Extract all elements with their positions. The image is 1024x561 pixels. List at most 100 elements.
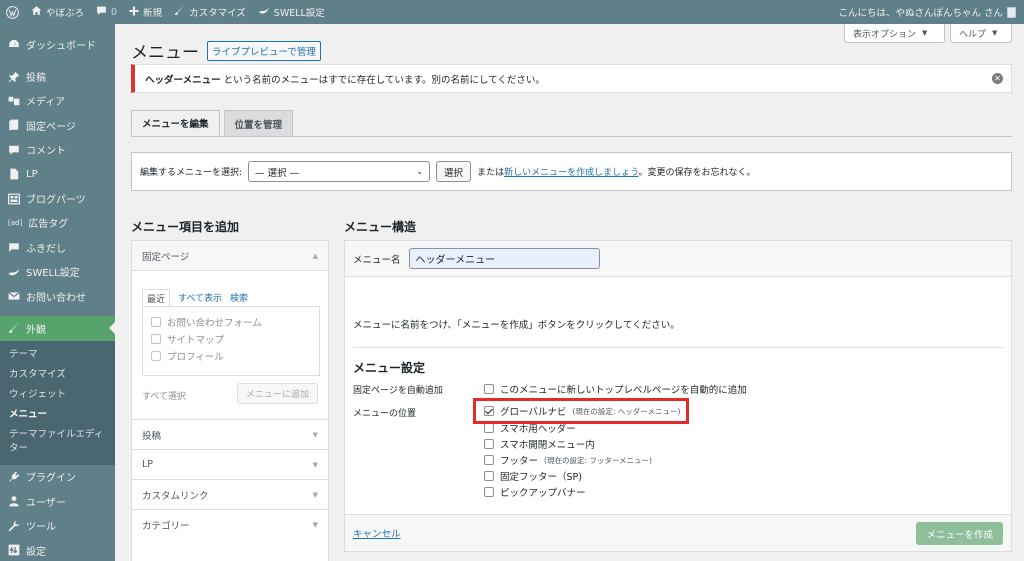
media-icon <box>8 95 20 107</box>
sidebar-item-lp[interactable]: LP <box>0 162 115 186</box>
menu-structure-panel: メニュー名 ヘッダーメニュー メニューに名前をつけ、「メニューを作成」ボタンをク… <box>344 240 1012 552</box>
help-label: ヘルプ <box>959 29 987 40</box>
menu-structure-title: メニュー構造 <box>344 220 417 234</box>
sidebar-item-users[interactable]: ユーザー <box>0 489 115 513</box>
admin-sidebar: ダッシュボード 投稿 メディア 固定ページ コメント LP ブログパーツ [ad… <box>0 24 115 561</box>
menu-settings-title: メニュー設定 <box>353 361 426 375</box>
submenu-themes[interactable]: テーマ <box>0 345 115 365</box>
select-all-link[interactable]: すべて選択 <box>142 389 186 402</box>
create-new-menu-link[interactable]: 新しいメニューを作成しましょう <box>504 168 638 178</box>
location-note: (現在の設定: フッターメニュー) <box>544 455 652 465</box>
swell-icon <box>8 266 20 278</box>
dismiss-icon[interactable]: ✕ <box>992 73 1003 84</box>
pin-icon <box>8 71 20 83</box>
notice-text: という名前のメニューはすでに存在しています。別の名前にしてください。 <box>223 74 545 86</box>
accordion-categories-header[interactable]: カテゴリー ▼ <box>132 510 328 540</box>
sidebar-item-dashboard[interactable]: ダッシュボード <box>0 32 115 56</box>
blocks-icon <box>8 193 20 205</box>
cancel-link[interactable]: キャンセル <box>353 526 401 540</box>
menu-location-label: メニューの位置 <box>353 409 417 419</box>
customize-link[interactable]: カスタマイズ <box>168 0 252 24</box>
select-button[interactable]: 選択 <box>436 161 472 182</box>
home-icon <box>31 5 42 19</box>
site-name: やぼぶろ <box>46 8 85 19</box>
swell-settings-link[interactable]: SWELL設定 <box>252 0 331 24</box>
sidebar-item-media[interactable]: メディア <box>0 89 115 113</box>
new-label: 新規 <box>143 8 163 19</box>
sidebar-item-blog-parts[interactable]: ブログパーツ <box>0 186 115 210</box>
location-checkbox[interactable] <box>484 423 494 433</box>
submenu-widgets[interactable]: ウィジェット <box>0 385 115 405</box>
page-checkbox[interactable] <box>151 350 161 361</box>
new-content-link[interactable]: 新規 <box>123 0 168 24</box>
page-checkbox[interactable] <box>151 333 161 344</box>
submenu-customize[interactable]: カスタマイズ <box>0 365 115 385</box>
accordion-pages-header[interactable]: 固定ページ ▲ <box>132 241 328 271</box>
tab-edit-menus[interactable]: メニューを編集 <box>131 110 220 136</box>
menu-name-input[interactable]: ヘッダーメニュー <box>408 248 600 269</box>
accordion-section-label: LP <box>142 459 154 470</box>
plus-icon <box>129 6 139 19</box>
sidebar-item-contact[interactable]: お問い合わせ <box>0 284 115 308</box>
sidebar-item-comments[interactable]: コメント <box>0 138 115 162</box>
accordion-section-label: カテゴリー <box>142 521 190 532</box>
menu-select-bar: 編集するメニューを選択: — 選択 — ⌄ 選択 または 新しいメニューを作成しま… <box>131 152 1012 191</box>
caret-up-icon: ▲ <box>312 251 318 260</box>
auto-add-option: このメニューに新しいトップレベルページを自動的に追加 <box>484 382 747 396</box>
location-checkbox[interactable] <box>484 455 494 465</box>
user-icon <box>8 495 20 507</box>
error-notice: ヘッダーメニュー という名前のメニューはすでに存在しています。別の名前にしてくだ… <box>131 64 1012 93</box>
accordion-posts-header[interactable]: 投稿 ▼ <box>132 420 328 450</box>
help-button[interactable]: ヘルプ ▼ <box>950 24 1012 43</box>
site-name-link[interactable]: やぼぶろ <box>25 0 90 24</box>
sidebar-item-swell-settings[interactable]: SWELL設定 <box>0 260 115 284</box>
screen-options-button[interactable]: 表示オプション ▼ <box>844 24 945 43</box>
auto-add-label: 固定ページを自動追加 <box>353 386 443 396</box>
location-option-fixed-footer: 固定フッター（SP) <box>484 469 582 483</box>
sidebar-item-appearance[interactable]: 外観 <box>0 316 115 341</box>
submenu-theme-file-editor[interactable]: テーマファイルエディター <box>0 425 115 459</box>
location-option-pickup-banner: ピックアップバナー <box>484 485 586 499</box>
accordion-section-label: 投稿 <box>142 430 162 442</box>
balloon-icon <box>8 241 20 253</box>
page-checkbox[interactable] <box>151 316 161 327</box>
submenu-menus[interactable]: メニュー <box>0 405 115 425</box>
sidebar-item-label: LP <box>26 168 38 180</box>
inner-tab-view-all[interactable]: すべて表示 <box>178 289 222 307</box>
pages-inner-tabs: 最近 すべて表示 検索 <box>142 289 248 307</box>
add-to-menu-button[interactable]: メニューに追加 <box>236 383 318 404</box>
location-checkbox[interactable] <box>484 439 494 449</box>
location-checkbox[interactable] <box>484 471 494 481</box>
location-checkbox[interactable] <box>484 487 494 497</box>
document-icon <box>8 168 20 180</box>
chevron-down-icon: ⌄ <box>416 167 424 176</box>
sidebar-item-posts[interactable]: 投稿 <box>0 64 115 88</box>
sidebar-item-plugins[interactable]: プラグイン <box>0 465 115 489</box>
accordion-custom-links-header[interactable]: カスタムリンク ▼ <box>132 480 328 510</box>
live-preview-button[interactable]: ライブプレビューで管理 <box>207 40 321 61</box>
menu-select-dropdown[interactable]: — 選択 — ⌄ <box>248 161 431 182</box>
page-label: サイトマップ <box>167 334 225 346</box>
wordpress-logo-icon[interactable] <box>0 0 25 24</box>
sidebar-item-label: お問い合わせ <box>26 292 86 304</box>
sidebar-item-balloons[interactable]: ふきだし <box>0 235 115 259</box>
page-label: プロフィール <box>167 351 224 363</box>
comments-link[interactable]: 0 <box>90 0 123 24</box>
sidebar-item-label: ふきだし <box>26 243 66 255</box>
sidebar-item-settings[interactable]: 設定 <box>0 538 115 561</box>
sidebar-item-label: コメント <box>26 146 66 158</box>
accordion-lp-header[interactable]: LP ▼ <box>132 450 328 480</box>
instructions-text: メニューに名前をつけ、「メニューを作成」ボタンをクリックしてください。 <box>353 320 680 331</box>
inner-tab-recent[interactable]: 最近 <box>142 289 171 307</box>
inner-tab-search[interactable]: 検索 <box>230 289 248 307</box>
add-menu-items-accordion: 固定ページ ▲ 最近 すべて表示 検索 お問い合わせフォーム サイトマップ プロ… <box>131 240 329 561</box>
sidebar-item-ad-tags[interactable]: [ad] 広告タグ <box>0 211 115 235</box>
sidebar-item-tools[interactable]: ツール <box>0 513 115 537</box>
sidebar-item-pages[interactable]: 固定ページ <box>0 113 115 137</box>
tab-manage-locations[interactable]: 位置を管理 <box>223 110 294 136</box>
sidebar-item-label: ダッシュボード <box>26 40 96 52</box>
create-menu-button[interactable]: メニューを作成 <box>916 522 1003 545</box>
auto-add-checkbox[interactable] <box>484 384 494 394</box>
user-account-menu[interactable]: こんにちは、やぬさんぽんちゃん さん <box>832 0 1024 24</box>
pages-checklist: お問い合わせフォーム サイトマップ プロフィール <box>142 306 320 376</box>
